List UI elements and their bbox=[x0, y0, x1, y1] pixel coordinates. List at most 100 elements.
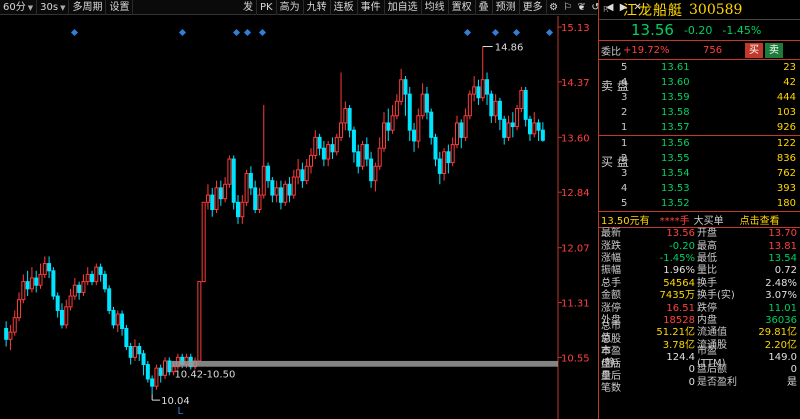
large-order-bar[interactable]: 13.50元有 ****手 大买单 点击查看 bbox=[599, 212, 800, 228]
level-volume: 444 bbox=[776, 92, 796, 103]
candle-up bbox=[223, 183, 228, 200]
toolbar-item[interactable]: 九转 bbox=[304, 0, 331, 15]
stat-label: 总手 bbox=[601, 277, 621, 289]
candle-up bbox=[399, 79, 404, 102]
candle-up bbox=[377, 147, 382, 167]
bid-level-row[interactable]: 5 13.52 180 bbox=[599, 196, 800, 211]
candlestick-chart[interactable]: 15.13 14.37 13.60 12.84 12.07 11.31 10.55 10.42… bbox=[0, 16, 597, 419]
candle-down bbox=[407, 93, 412, 131]
bid-level-row[interactable]: 4 13.53 393 bbox=[599, 181, 800, 196]
stat-row: 涨停 16.51 跌停 11.01 bbox=[599, 302, 800, 314]
ask-level-row[interactable]: 5 13.61 23 bbox=[599, 60, 800, 75]
toolbar-item[interactable]: PK bbox=[257, 0, 277, 15]
candle-up bbox=[29, 277, 34, 290]
toolbar-item[interactable]: 置权 bbox=[449, 0, 476, 15]
multi-period-button[interactable]: 多周期 bbox=[69, 0, 107, 15]
toolbar-item[interactable]: 连板 bbox=[331, 0, 358, 15]
stat-row: 总手 54564 换手 2.48% bbox=[599, 278, 800, 290]
candle-down bbox=[107, 288, 112, 311]
stat-label: 振幅 bbox=[601, 265, 621, 277]
bid-level-row[interactable]: 3 13.54 762 bbox=[599, 166, 800, 181]
ask-level-row[interactable]: 1 13.57 926 bbox=[599, 120, 800, 135]
stat-value: 0.72 bbox=[774, 265, 797, 277]
stat-row: 盘后量 0 盘后额 0 bbox=[599, 359, 800, 382]
bid-book: 买 盘 1 13.56 122 2 13.55 836 3 13.54 762 4 13.53 393… bbox=[599, 136, 800, 212]
event-marker-icon bbox=[491, 28, 500, 37]
candle-down bbox=[459, 122, 464, 138]
stat-row: 外盘 18528 内盘 36036 bbox=[599, 315, 800, 327]
r-tag: R bbox=[603, 5, 609, 14]
candle-down bbox=[124, 327, 129, 348]
candle-up bbox=[81, 281, 86, 293]
candle-down bbox=[437, 158, 442, 174]
view-large-order-link[interactable]: 点击查看 bbox=[740, 212, 780, 227]
level: 4 bbox=[621, 183, 628, 194]
ask-level-row[interactable]: 2 13.58 103 bbox=[599, 105, 800, 120]
candle-down bbox=[145, 364, 150, 380]
stat-value: 11.01 bbox=[768, 302, 797, 314]
level-volume: 926 bbox=[776, 122, 796, 133]
tool-icon[interactable]: ❦ bbox=[575, 0, 589, 15]
low-label: 10.04 bbox=[161, 396, 190, 407]
stock-name[interactable]: 江龙船艇 bbox=[623, 0, 683, 20]
candle-down bbox=[167, 360, 172, 373]
stat-label: 盘后笔数 bbox=[601, 370, 621, 394]
candle-up bbox=[480, 79, 485, 99]
stat-value: 是 bbox=[787, 376, 797, 388]
candle-down bbox=[540, 129, 545, 141]
level-volume: 762 bbox=[776, 168, 796, 179]
order-ratio-row: 委比 +19.72% 756 买 卖 bbox=[599, 41, 800, 60]
candle-down bbox=[77, 284, 82, 293]
price-change: -0.20 bbox=[683, 23, 713, 37]
candle-up bbox=[240, 201, 245, 218]
event-marker-icon bbox=[232, 28, 241, 37]
candle-up bbox=[493, 100, 498, 117]
buy-button[interactable]: 买 bbox=[745, 42, 763, 58]
toolbar-item[interactable]: 更多 bbox=[520, 0, 547, 15]
stat-label: 换手 bbox=[697, 277, 717, 289]
large-order-size: ****手 bbox=[659, 216, 690, 227]
stat-row: 盘后笔数 0 是否盈利 是 bbox=[599, 371, 800, 394]
candle-up bbox=[334, 136, 339, 153]
bid-level-row[interactable]: 2 13.55 836 bbox=[599, 151, 800, 166]
stat-value: 18528 bbox=[663, 314, 695, 326]
ask-level-row[interactable]: 3 13.59 444 bbox=[599, 90, 800, 105]
candle-up bbox=[339, 122, 344, 138]
stock-code[interactable]: 300589 bbox=[689, 2, 742, 18]
toolbar-item[interactable]: 事件 bbox=[358, 0, 385, 15]
stat-value: 13.54 bbox=[768, 252, 797, 264]
candle-down bbox=[34, 277, 39, 286]
toolbar-item[interactable]: 高为 bbox=[277, 0, 304, 15]
candle-up bbox=[201, 201, 206, 283]
candle-down bbox=[351, 129, 356, 153]
stat-value: 54564 bbox=[663, 277, 695, 289]
event-marker-icon bbox=[258, 28, 267, 37]
candle-down bbox=[364, 144, 369, 160]
candle-up bbox=[154, 367, 159, 387]
toolbar-item[interactable]: 发 bbox=[240, 0, 257, 15]
candle-down bbox=[102, 273, 107, 290]
stat-value: -1.45% bbox=[659, 252, 695, 264]
toolbar-item[interactable]: 叠 bbox=[476, 0, 493, 15]
settings-button[interactable]: 设置 bbox=[106, 0, 134, 15]
sell-button[interactable]: 卖 bbox=[765, 42, 783, 58]
candle-down bbox=[150, 378, 155, 387]
candle-up bbox=[94, 266, 99, 283]
stat-value: 0 bbox=[790, 364, 797, 376]
stat-value: 13.56 bbox=[666, 228, 695, 240]
toolbar-item[interactable]: 加自选 bbox=[385, 0, 422, 15]
candle-down bbox=[278, 187, 283, 203]
period-selector[interactable]: 60分 ▼ bbox=[0, 0, 38, 15]
ask-level-row[interactable]: 4 13.60 42 bbox=[599, 75, 800, 90]
toolbar-item[interactable]: 均线 bbox=[422, 0, 449, 15]
candle-up bbox=[257, 194, 262, 210]
candle-up bbox=[450, 144, 455, 164]
candle-up bbox=[381, 122, 386, 149]
candle-down bbox=[287, 183, 292, 196]
toolbar-item[interactable]: 预测 bbox=[493, 0, 520, 15]
gear-icon[interactable]: ⚙ bbox=[547, 0, 561, 15]
bid-level-row[interactable]: 1 13.56 122 bbox=[599, 136, 800, 151]
flag-icon[interactable]: ⚐ bbox=[561, 0, 575, 15]
replay-speed-selector[interactable]: 30s ▼ bbox=[37, 0, 70, 15]
order-ratio-pct: +19.72% bbox=[623, 44, 670, 56]
